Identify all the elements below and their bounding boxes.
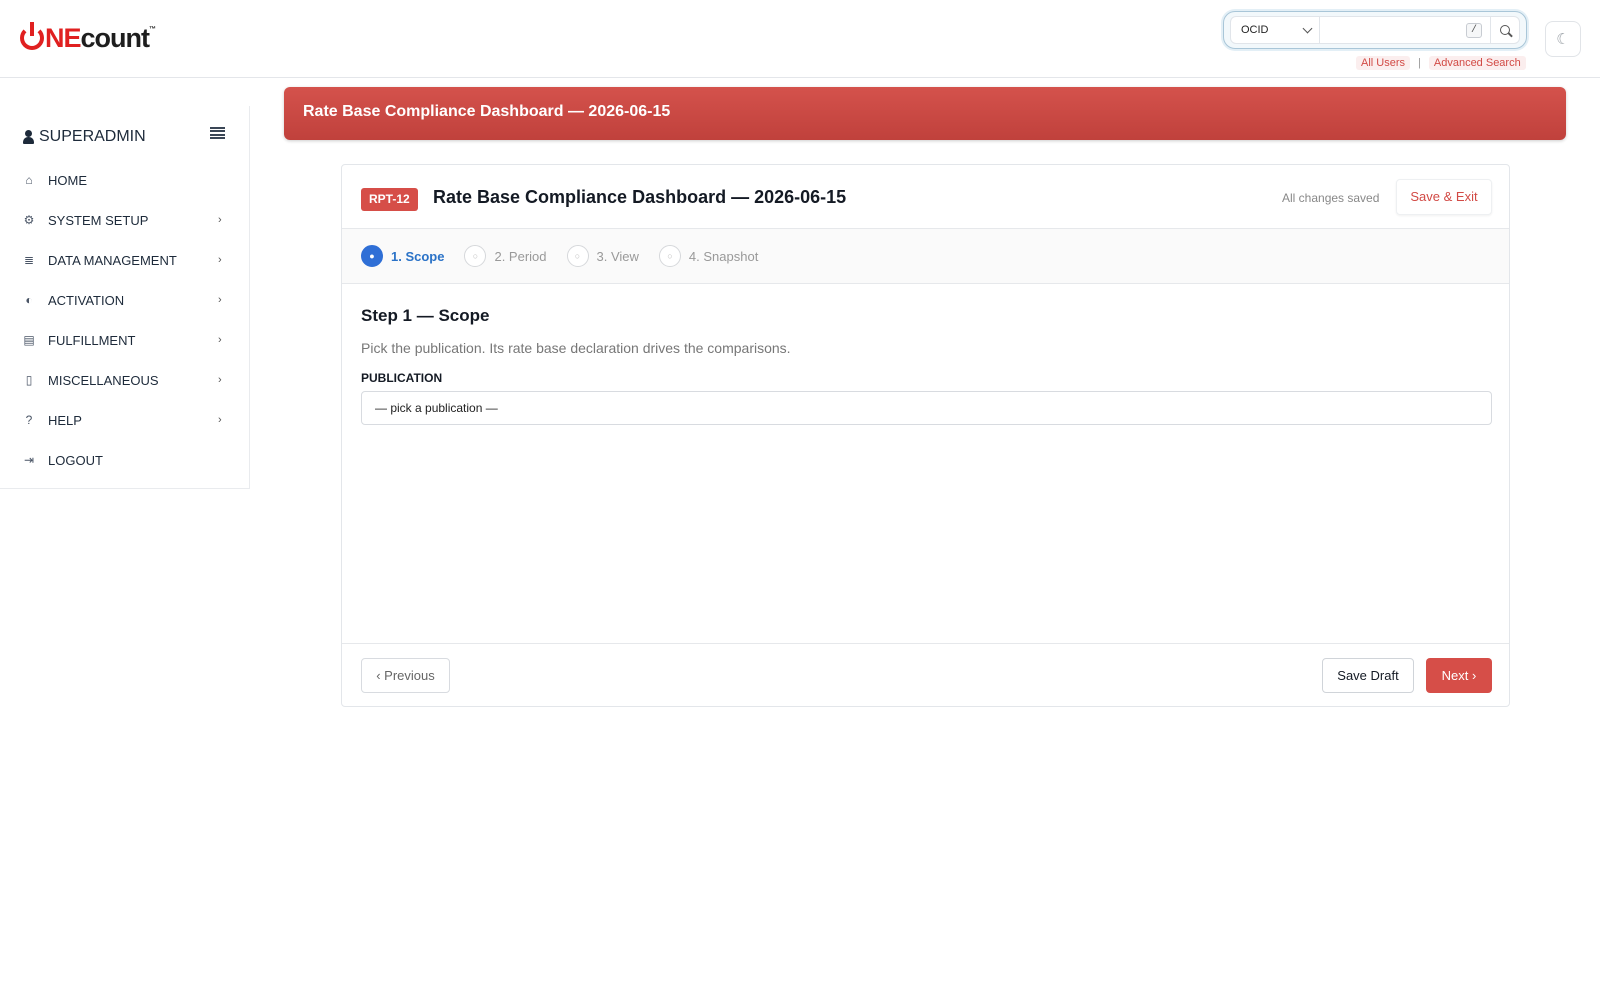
file-icon: ▯ <box>25 373 33 387</box>
publication-select[interactable]: — pick a publication — <box>361 391 1492 425</box>
sidebar-item-fulfillment[interactable]: ▤ FULFILLMENT › <box>0 320 249 360</box>
step-pending-icon: ○ <box>658 245 681 267</box>
chevron-right-icon: › <box>218 414 222 426</box>
sidebar-menu: ⌂ HOME ⚙ SYSTEM SETUP › ≣ DATA MANAGEMENT › ◐ ACT… <box>0 160 249 480</box>
search-button[interactable] <box>1490 16 1520 44</box>
publication-label: PUBLICATION <box>361 371 443 385</box>
wizard-step-label: 1. Scope <box>391 248 445 264</box>
banner-title: Rate Base Compliance Dashboard — 2026-06… <box>303 103 671 120</box>
newspaper-icon: ▤ <box>23 333 35 347</box>
wizard-card: RPT-12 Rate Base Compliance Dashboard — … <box>341 164 1510 707</box>
chevron-right-icon: › <box>218 294 222 306</box>
toggle-icon: ◐ <box>25 293 33 307</box>
gear-icon: ⚙ <box>23 213 35 227</box>
logo-trademark: ™ <box>149 26 157 33</box>
page-banner: Rate Base Compliance Dashboard — 2026-06… <box>284 87 1566 140</box>
logout-icon: ⇥ <box>23 453 35 467</box>
home-icon: ⌂ <box>25 173 33 187</box>
question-icon: ? <box>25 413 33 427</box>
wizard-step-label: 4. Snapshot <box>688 248 759 264</box>
sidebar-item-logout[interactable]: ⇥ LOGOUT <box>0 440 249 480</box>
wizard-header: RPT-12 Rate Base Compliance Dashboard — … <box>342 165 1509 229</box>
power-icon <box>20 22 44 50</box>
wizard-step-4[interactable]: ○ 4. Snapshot <box>658 245 759 267</box>
link-separator: | <box>1418 57 1421 69</box>
step-description: Pick the publication. Its rate base decl… <box>361 340 791 356</box>
wizard-steps: ● 1. Scope ○ 2. Period ○ 3. View ○ 4. Snapshot <box>342 229 1509 284</box>
sidebar-item-label: ACTIVATION <box>48 292 125 308</box>
sidebar-item-label: HELP <box>48 412 82 428</box>
database-icon: ≣ <box>23 253 35 267</box>
onecount-logo[interactable]: NE count ™ <box>20 22 157 53</box>
all-users-link[interactable]: All Users <box>1356 56 1411 70</box>
moon-icon: ☾ <box>1556 31 1570 48</box>
sidebar-item-label: MISCELLANEOUS <box>48 372 159 388</box>
save-draft-button[interactable]: Save Draft <box>1322 658 1414 693</box>
sidebar-user: SUPERADMIN <box>23 128 146 146</box>
sidebar-item-label: DATA MANAGEMENT <box>48 252 177 268</box>
sidebar-user-name: SUPERADMIN <box>39 128 146 145</box>
step-active-icon: ● <box>361 245 383 267</box>
step-title: Step 1 — Scope <box>361 306 490 325</box>
step-pending-icon: ○ <box>566 245 589 267</box>
save-exit-button[interactable]: Save & Exit <box>1396 179 1492 215</box>
theme-toggle-button[interactable]: ☾ <box>1545 21 1581 57</box>
wizard-step-3[interactable]: ○ 3. View <box>566 245 639 267</box>
user-icon <box>23 130 34 144</box>
next-button[interactable]: Next › <box>1426 658 1492 693</box>
chevron-down-icon <box>1302 23 1313 33</box>
sidebar-item-label: LOGOUT <box>48 452 103 468</box>
sidebar: SUPERADMIN ⌂ HOME ⚙ SYSTEM SETUP › ≣ DATA MANA… <box>0 106 250 489</box>
advanced-search-link[interactable]: Advanced Search <box>1428 56 1526 70</box>
sidebar-item-system-setup[interactable]: ⚙ SYSTEM SETUP › <box>0 200 249 240</box>
previous-button[interactable]: ‹ Previous <box>361 658 450 693</box>
sidebar-item-label: FULFILLMENT <box>48 332 136 348</box>
sidebar-item-activation[interactable]: ◐ ACTIVATION › <box>0 280 249 320</box>
chevron-right-icon: › <box>218 374 222 386</box>
wizard-step-label: 2. Period <box>494 248 547 264</box>
wizard-body: Step 1 — Scope Pick the publication. Its… <box>361 306 1492 425</box>
logo-suffix: count <box>80 23 150 53</box>
search-quicklinks: All Users | Advanced Search <box>1356 56 1526 70</box>
search-type-select[interactable]: OCID <box>1230 16 1320 44</box>
global-search: OCID / <box>1223 11 1527 49</box>
wizard-title: Rate Base Compliance Dashboard — 2026-06… <box>433 187 847 207</box>
save-status: All changes saved <box>1282 191 1380 205</box>
sidebar-item-miscellaneous[interactable]: ▯ MISCELLANEOUS › <box>0 360 249 400</box>
sidebar-item-home[interactable]: ⌂ HOME <box>0 160 249 200</box>
top-header: NE count ™ OCID / All Users | Advanced S… <box>0 0 1600 78</box>
chevron-right-icon: › <box>218 214 222 226</box>
search-icon <box>1500 25 1510 35</box>
sidebar-item-data-management[interactable]: ≣ DATA MANAGEMENT › <box>0 240 249 280</box>
search-input[interactable]: / <box>1320 16 1490 44</box>
search-type-value: OCID <box>1241 24 1269 36</box>
sidebar-collapse-icon[interactable] <box>210 127 225 139</box>
wizard-footer: ‹ Previous Save Draft Next › <box>342 643 1509 707</box>
step-pending-icon: ○ <box>464 245 487 267</box>
sidebar-item-label: HOME <box>48 172 87 188</box>
chevron-right-icon: › <box>218 334 222 346</box>
report-badge: RPT-12 <box>361 188 418 211</box>
wizard-step-1[interactable]: ● 1. Scope <box>361 245 444 267</box>
chevron-right-icon: › <box>218 254 222 266</box>
sidebar-item-label: SYSTEM SETUP <box>48 212 149 228</box>
wizard-step-2[interactable]: ○ 2. Period <box>464 245 547 267</box>
sidebar-item-help[interactable]: ? HELP › <box>0 400 249 440</box>
logo-prefix: NE <box>45 23 82 53</box>
wizard-step-label: 3. View <box>596 248 639 264</box>
shortcut-key-hint: / <box>1466 23 1482 38</box>
